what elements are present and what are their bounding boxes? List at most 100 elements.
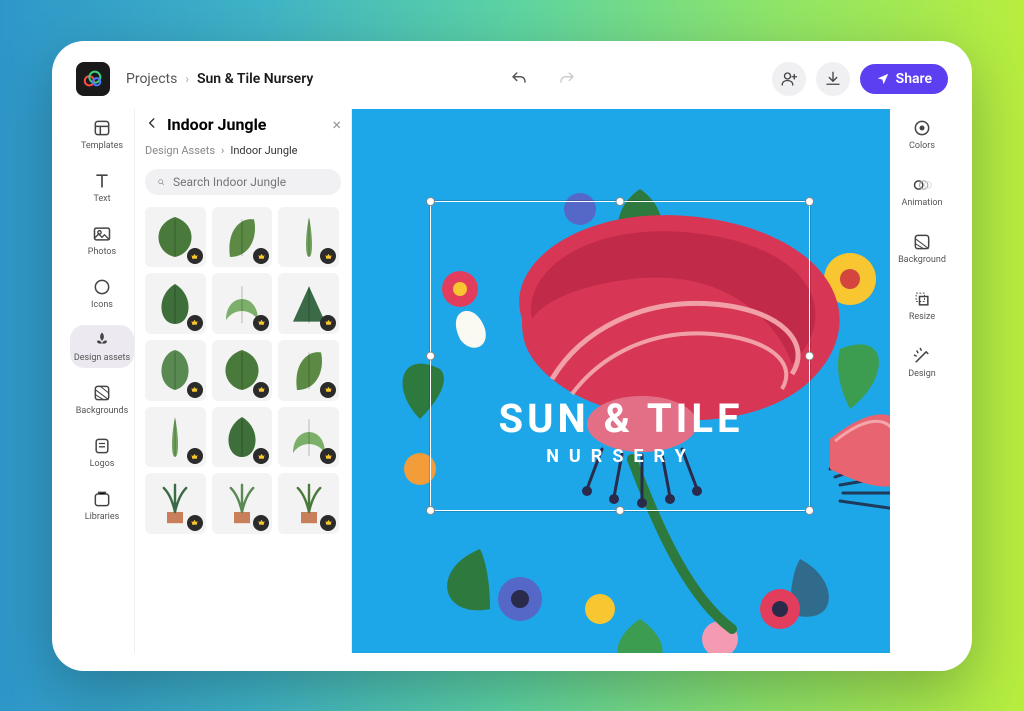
chevron-left-icon bbox=[145, 116, 159, 130]
asset-item[interactable] bbox=[212, 273, 273, 334]
panel-breadcrumb: Design Assets › Indoor Jungle bbox=[145, 144, 341, 157]
asset-item[interactable] bbox=[212, 340, 273, 401]
asset-item[interactable] bbox=[145, 207, 206, 268]
sel-handle-tm[interactable] bbox=[616, 197, 625, 206]
app-window: Projects › Sun & Tile Nursery Share bbox=[52, 41, 972, 671]
rail-photos[interactable]: Photos bbox=[70, 219, 134, 262]
premium-badge-icon bbox=[320, 448, 336, 464]
sel-handle-tl[interactable] bbox=[426, 197, 435, 206]
design-assets-icon bbox=[92, 330, 112, 350]
asset-item[interactable] bbox=[145, 273, 206, 334]
backgrounds-icon bbox=[92, 383, 112, 403]
asset-item[interactable] bbox=[212, 407, 273, 468]
breadcrumb: Projects › Sun & Tile Nursery bbox=[126, 71, 313, 87]
photos-icon bbox=[92, 224, 112, 244]
premium-badge-icon bbox=[253, 382, 269, 398]
rail-resize[interactable]: Resize bbox=[890, 284, 954, 327]
undo-button[interactable] bbox=[502, 62, 536, 96]
panel-bc-current: Indoor Jungle bbox=[230, 144, 297, 157]
left-rail: Templates Text Photos Icons Design asset… bbox=[70, 109, 134, 653]
breadcrumb-current[interactable]: Sun & Tile Nursery bbox=[197, 71, 313, 87]
resize-icon bbox=[912, 289, 932, 309]
colors-icon bbox=[912, 118, 932, 138]
panel-close-button[interactable]: × bbox=[332, 115, 341, 134]
rail-design-assets[interactable]: Design assets bbox=[70, 325, 134, 368]
premium-badge-icon bbox=[187, 515, 203, 531]
sel-handle-br[interactable] bbox=[805, 506, 814, 515]
asset-item[interactable] bbox=[212, 207, 273, 268]
canvas-area[interactable]: SUN & TILE NURSERY bbox=[352, 109, 890, 653]
sel-handle-mr[interactable] bbox=[805, 351, 814, 360]
app-logo[interactable] bbox=[76, 62, 110, 96]
premium-badge-icon bbox=[253, 248, 269, 264]
asset-panel: Indoor Jungle × Design Assets › Indoor J… bbox=[134, 109, 352, 653]
rail-libraries[interactable]: Libraries bbox=[70, 484, 134, 527]
asset-item[interactable] bbox=[278, 407, 339, 468]
rail-text[interactable]: Text bbox=[70, 166, 134, 209]
sel-handle-ml[interactable] bbox=[426, 351, 435, 360]
rail-templates[interactable]: Templates bbox=[70, 113, 134, 156]
asset-item[interactable] bbox=[278, 273, 339, 334]
asset-item[interactable] bbox=[145, 407, 206, 468]
share-button[interactable]: Share bbox=[860, 64, 948, 94]
download-button[interactable] bbox=[816, 62, 850, 96]
text-icon bbox=[92, 171, 112, 191]
asset-item[interactable] bbox=[278, 473, 339, 534]
premium-badge-icon bbox=[253, 448, 269, 464]
rail-background[interactable]: Background bbox=[890, 227, 954, 270]
panel-search[interactable] bbox=[145, 169, 341, 195]
premium-badge-icon bbox=[187, 315, 203, 331]
logos-icon bbox=[92, 436, 112, 456]
premium-badge-icon bbox=[320, 315, 336, 331]
redo-button[interactable] bbox=[550, 62, 584, 96]
rail-design[interactable]: Design bbox=[890, 341, 954, 384]
premium-badge-icon bbox=[253, 515, 269, 531]
rail-backgrounds[interactable]: Backgrounds bbox=[70, 378, 134, 421]
panel-search-input[interactable] bbox=[173, 175, 329, 189]
sel-handle-tr[interactable] bbox=[805, 197, 814, 206]
premium-badge-icon bbox=[320, 515, 336, 531]
premium-badge-icon bbox=[187, 382, 203, 398]
invite-button[interactable] bbox=[772, 62, 806, 96]
selection-box[interactable] bbox=[430, 201, 810, 511]
creative-cloud-icon bbox=[82, 68, 104, 90]
magic-wand-icon bbox=[912, 346, 932, 366]
icons-icon bbox=[92, 277, 112, 297]
premium-badge-icon bbox=[187, 248, 203, 264]
redo-icon bbox=[558, 70, 576, 88]
canvas[interactable]: SUN & TILE NURSERY bbox=[352, 109, 890, 653]
asset-item[interactable] bbox=[278, 340, 339, 401]
panel-header: Indoor Jungle × bbox=[145, 115, 341, 134]
topbar-actions: Share bbox=[772, 62, 948, 96]
premium-badge-icon bbox=[187, 448, 203, 464]
topbar: Projects › Sun & Tile Nursery Share bbox=[70, 59, 954, 99]
templates-icon bbox=[92, 118, 112, 138]
topbar-history bbox=[313, 62, 771, 96]
sel-handle-bm[interactable] bbox=[616, 506, 625, 515]
search-icon bbox=[157, 175, 165, 189]
right-rail: Colors Animation Background Resize Desig… bbox=[890, 109, 954, 653]
user-plus-icon bbox=[780, 70, 798, 88]
sel-handle-bl[interactable] bbox=[426, 506, 435, 515]
panel-bc-root[interactable]: Design Assets bbox=[145, 144, 215, 157]
asset-item[interactable] bbox=[145, 340, 206, 401]
undo-icon bbox=[510, 70, 528, 88]
premium-badge-icon bbox=[253, 315, 269, 331]
rail-logos[interactable]: Logos bbox=[70, 431, 134, 474]
back-button[interactable] bbox=[145, 115, 159, 134]
premium-badge-icon bbox=[320, 382, 336, 398]
libraries-icon bbox=[92, 489, 112, 509]
send-icon bbox=[876, 72, 890, 86]
animation-icon bbox=[912, 175, 932, 195]
breadcrumb-root[interactable]: Projects bbox=[126, 71, 177, 87]
asset-grid bbox=[145, 207, 341, 534]
asset-item[interactable] bbox=[212, 473, 273, 534]
rail-colors[interactable]: Colors bbox=[890, 113, 954, 156]
panel-title: Indoor Jungle bbox=[167, 115, 324, 134]
asset-item[interactable] bbox=[278, 207, 339, 268]
rail-icons[interactable]: Icons bbox=[70, 272, 134, 315]
share-label: Share bbox=[896, 71, 932, 87]
premium-badge-icon bbox=[320, 248, 336, 264]
rail-animation[interactable]: Animation bbox=[890, 170, 954, 213]
asset-item[interactable] bbox=[145, 473, 206, 534]
